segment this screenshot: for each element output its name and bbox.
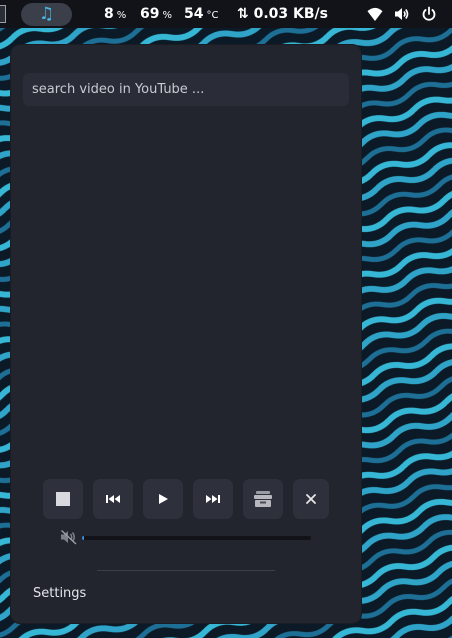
close-icon	[306, 494, 316, 504]
network-value: 0.03 KB/s	[253, 6, 328, 22]
next-button[interactable]	[193, 479, 233, 519]
playback-progress-fill	[82, 536, 85, 540]
music-note-icon: ♫	[38, 4, 55, 24]
wifi-icon[interactable]	[367, 6, 383, 22]
cpu-value: 8	[104, 6, 114, 22]
top-bar: ♫ 8% 69% 54 °C ⇅ 0.03 KB/s	[0, 0, 452, 28]
temperature-unit: °C	[206, 10, 219, 21]
close-button[interactable]	[293, 479, 329, 519]
memory-usage[interactable]: 69%	[140, 6, 172, 24]
play-button[interactable]	[143, 479, 183, 519]
stop-icon	[56, 492, 70, 506]
youtube-search-input[interactable]	[23, 73, 349, 106]
memory-value: 69	[140, 6, 160, 22]
workspace-indicator[interactable]	[0, 5, 6, 23]
playback-progress-bar[interactable]	[82, 536, 311, 540]
divider	[97, 570, 275, 571]
previous-button[interactable]	[93, 479, 133, 519]
settings-button[interactable]: Settings	[33, 586, 86, 601]
previous-icon	[106, 495, 120, 503]
temperature-value: 54	[184, 6, 204, 22]
network-arrows-icon: ⇅	[237, 6, 249, 22]
volume-muted-icon[interactable]	[60, 529, 78, 545]
stop-button[interactable]	[43, 479, 83, 519]
archive-button[interactable]	[243, 479, 283, 519]
music-player-button[interactable]: ♫	[21, 3, 72, 26]
play-icon	[159, 494, 168, 504]
power-icon[interactable]	[421, 6, 437, 22]
temperature-readout[interactable]: 54 °C	[184, 6, 218, 24]
youtube-player-popup: Settings	[10, 44, 362, 624]
next-icon	[206, 495, 220, 503]
memory-unit: %	[162, 10, 172, 21]
cpu-usage[interactable]: 8%	[104, 6, 126, 24]
archive-icon	[254, 491, 272, 507]
cpu-unit: %	[116, 10, 127, 21]
network-speed[interactable]: ⇅ 0.03 KB/s	[237, 6, 328, 22]
volume-icon[interactable]	[394, 6, 410, 22]
